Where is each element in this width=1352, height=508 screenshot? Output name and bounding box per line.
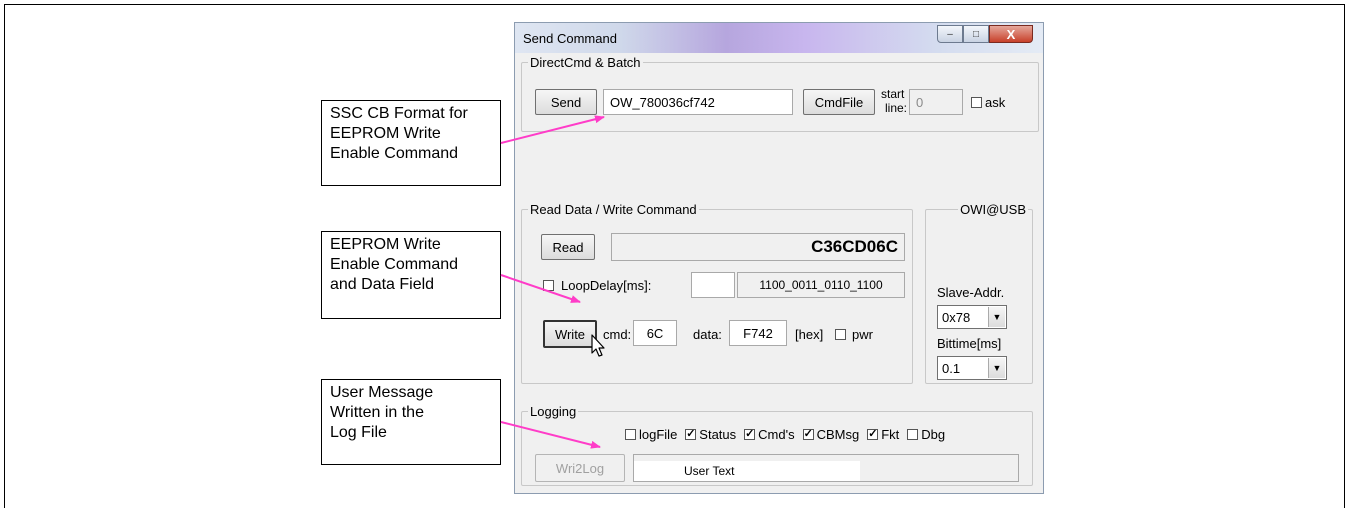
dbg-checkbox-box[interactable]: [907, 429, 919, 440]
mouse-cursor-icon: [591, 334, 605, 357]
start-line-label-2: line:: [885, 101, 908, 115]
send-command-window: Send Command – □ X DirectCmd & Batch Sen…: [514, 22, 1044, 494]
cmds-checkbox[interactable]: ✓ Cmd's: [744, 427, 795, 442]
ask-checkbox-box[interactable]: [971, 97, 982, 108]
logfile-checkbox-box[interactable]: [625, 429, 636, 440]
window-client: DirectCmd & Batch Send OW_780036cf742 Cm…: [519, 53, 1039, 489]
logging-legend: Logging: [530, 404, 577, 419]
minimize-icon: –: [947, 28, 953, 40]
loopdelay-checkbox-box[interactable]: [543, 280, 554, 291]
status-checkbox[interactable]: ✓ Status: [685, 427, 736, 442]
read-button[interactable]: Read: [541, 234, 595, 260]
window-title: Send Command: [523, 31, 617, 46]
ask-checkbox[interactable]: ask: [971, 95, 1005, 110]
callout-ssc-format: SSC CB Format for EEPROM Write Enable Co…: [321, 100, 501, 186]
title-bar[interactable]: Send Command – □ X: [515, 23, 1043, 53]
fkt-checkbox[interactable]: ✓ Fkt: [867, 427, 899, 442]
minimize-button[interactable]: –: [937, 25, 963, 43]
close-icon: X: [1006, 26, 1016, 42]
cmd-input[interactable]: 6C: [633, 320, 677, 346]
maximize-icon: □: [972, 28, 980, 40]
fkt-label: Fkt: [881, 427, 900, 442]
data-label: data:: [693, 327, 722, 342]
log-text-field[interactable]: User Text: [633, 454, 1019, 482]
user-text-value: User Text: [634, 461, 860, 481]
loopdelay-checkbox[interactable]: LoopDelay[ms]:: [543, 278, 651, 293]
read-write-legend: Read Data / Write Command: [530, 202, 697, 217]
pwr-checkbox[interactable]: pwr: [835, 327, 873, 342]
cbmsg-checkbox-box[interactable]: ✓: [802, 429, 814, 440]
ask-label: ask: [985, 95, 1006, 110]
dbg-label: Dbg: [921, 427, 946, 442]
directcmd-legend: DirectCmd & Batch: [530, 55, 641, 70]
slave-addr-value: 0x78: [942, 309, 971, 325]
logfile-checkbox[interactable]: logFile: [625, 427, 677, 442]
chevron-down-icon[interactable]: ▼: [988, 358, 1005, 378]
cmds-label: Cmd's: [758, 427, 795, 442]
window-controls: – □ X: [937, 25, 1033, 43]
bittime-label: Bittime[ms]: [937, 336, 1002, 351]
logging-options: logFile ✓ Status ✓ Cmd's ✓ CBMsg ✓ Fkt D…: [625, 427, 945, 442]
owi-legend: OWI@USB: [960, 202, 1026, 217]
callout-write-enable: EEPROM Write Enable Command and Data Fie…: [321, 231, 501, 319]
cbmsg-checkbox[interactable]: ✓ CBMsg: [802, 427, 860, 442]
maximize-button[interactable]: □: [963, 25, 989, 43]
hex-label: [hex]: [795, 327, 824, 342]
cmd-label: cmd:: [603, 327, 632, 342]
bittime-value: 0.1: [942, 360, 961, 376]
slave-addr-label: Slave-Addr.: [937, 285, 1005, 300]
wri2log-button[interactable]: Wri2Log: [535, 454, 625, 482]
slave-addr-select[interactable]: 0x78 ▼: [937, 305, 1007, 329]
status-label: Status: [699, 427, 737, 442]
command-input[interactable]: OW_780036cf742: [603, 89, 793, 115]
binary-value-field: 1100_0011_0110_1100: [737, 272, 905, 298]
start-line-input[interactable]: 0: [909, 89, 963, 115]
logfile-label: logFile: [639, 427, 678, 442]
cmds-checkbox-box[interactable]: ✓: [744, 429, 756, 440]
callout-user-message: User Message Written in the Log File: [321, 379, 501, 465]
start-line-label-1: start: [881, 87, 905, 101]
status-checkbox-box[interactable]: ✓: [685, 429, 697, 440]
chevron-down-icon[interactable]: ▼: [988, 307, 1005, 327]
close-button[interactable]: X: [989, 25, 1033, 43]
bittime-select[interactable]: 0.1 ▼: [937, 356, 1007, 380]
send-button[interactable]: Send: [535, 89, 597, 115]
loopdelay-label: LoopDelay[ms]:: [561, 278, 652, 293]
data-input[interactable]: F742: [729, 320, 787, 346]
fkt-checkbox-box[interactable]: ✓: [867, 429, 879, 440]
loopdelay-input[interactable]: [691, 272, 735, 298]
dbg-checkbox[interactable]: Dbg: [907, 427, 945, 442]
read-value-field: C36CD06C: [611, 233, 905, 261]
cbmsg-label: CBMsg: [816, 427, 860, 442]
write-button[interactable]: Write: [543, 320, 597, 348]
cmdfile-button[interactable]: CmdFile: [803, 89, 875, 115]
pwr-label: pwr: [852, 327, 873, 342]
pwr-checkbox-box[interactable]: [835, 329, 846, 340]
